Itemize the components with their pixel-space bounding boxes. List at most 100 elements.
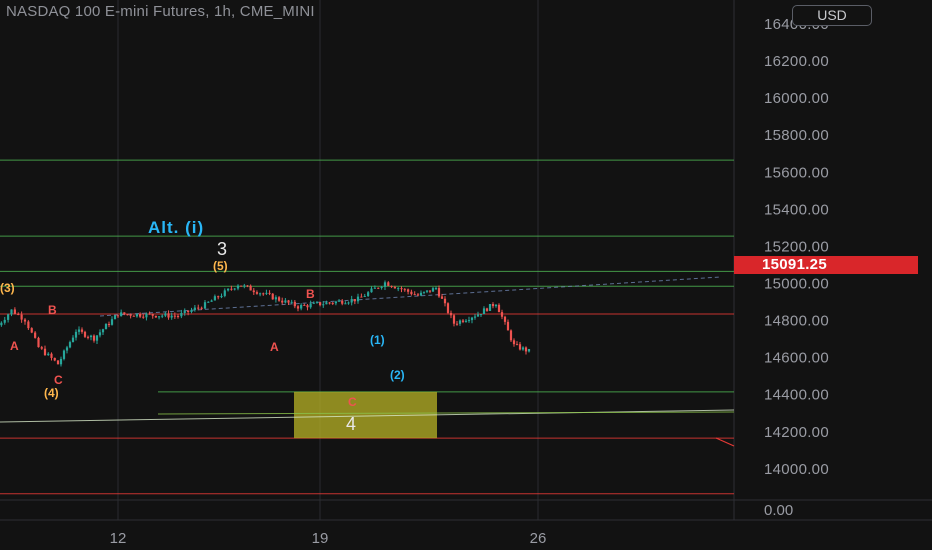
candle (370, 286, 373, 293)
candle (383, 280, 387, 291)
candle (387, 281, 390, 287)
candle (293, 299, 296, 309)
candle (86, 335, 90, 340)
candle (246, 285, 249, 288)
wave-label-0: Alt. (i) (148, 218, 204, 237)
candle-body (325, 302, 328, 305)
candle-body (458, 320, 462, 324)
candle-body (23, 319, 27, 322)
candle-body (337, 300, 341, 302)
candle-body (497, 304, 501, 313)
candle (176, 314, 180, 319)
candle (23, 318, 27, 325)
candle (347, 301, 350, 305)
candle (190, 307, 193, 314)
price-tick: 14200.00 (764, 424, 829, 441)
candle-body (500, 312, 504, 317)
candle-body (265, 292, 268, 294)
ray-fragment (715, 437, 735, 447)
candle-body (344, 303, 347, 305)
candle-body (132, 315, 135, 317)
candle (306, 303, 309, 311)
candle-body (190, 310, 193, 312)
candle (271, 293, 274, 300)
candle-body (268, 292, 271, 294)
candle-body (56, 360, 60, 365)
candle-body (328, 302, 331, 304)
candle (521, 346, 525, 351)
candle-body (300, 304, 303, 309)
candle-body (503, 316, 507, 322)
candle (20, 311, 23, 323)
candle (27, 320, 30, 330)
candle-body (92, 335, 96, 341)
candle (403, 287, 406, 292)
candle (296, 304, 300, 312)
candle-body (40, 347, 43, 349)
candle-body (494, 304, 498, 307)
wave-label-9: A (270, 340, 279, 354)
candle (497, 303, 501, 313)
candle-body (290, 301, 293, 303)
candle (344, 301, 347, 305)
candle (98, 329, 102, 338)
candle-body (116, 315, 120, 317)
candle-body (120, 312, 123, 317)
wave-label-11: (2) (390, 368, 405, 382)
candle-body (173, 315, 176, 317)
candle (400, 286, 403, 293)
candle (452, 314, 456, 327)
candle-body (236, 285, 240, 289)
candle-body (322, 304, 325, 306)
candle (503, 315, 507, 325)
chart-area[interactable]: Alt. (i)3(5)(3)BAC(4)BA(1)(2)C4 16400.00… (0, 0, 932, 550)
candle-body (403, 289, 406, 291)
candle-body (230, 288, 233, 290)
candle (527, 348, 531, 353)
candle (265, 289, 268, 296)
candle-body (210, 300, 213, 302)
candle-body (89, 335, 93, 338)
price-tick: 15600.00 (764, 164, 829, 181)
candle (350, 295, 353, 306)
candle-body (482, 308, 486, 315)
candle-body (479, 314, 483, 316)
candle-body (397, 288, 400, 290)
candle-body (34, 332, 37, 338)
candle-body (425, 290, 429, 292)
candle (494, 304, 498, 308)
candle (431, 287, 435, 292)
candle-body (419, 292, 423, 296)
candle-body (443, 298, 447, 304)
candle-body (161, 315, 164, 317)
candle-body (207, 301, 210, 303)
candle (290, 299, 293, 304)
wave-label-6: C (54, 373, 63, 387)
candle-body (17, 313, 20, 315)
candle (34, 331, 37, 339)
candle (139, 312, 142, 319)
candle-body (135, 313, 139, 317)
candle (482, 306, 486, 315)
candle-body (452, 315, 456, 324)
price-tick: 15200.00 (764, 238, 829, 255)
candle (0, 321, 3, 327)
candle-body (223, 290, 226, 296)
candle-body (309, 303, 312, 308)
time-tick: 12 (110, 530, 127, 547)
currency-button[interactable]: USD (792, 5, 872, 26)
candle-body (86, 336, 90, 338)
candle-body (59, 358, 63, 365)
candle-body (193, 307, 196, 311)
candle (193, 304, 196, 312)
candle-body (126, 314, 129, 316)
candle-body (315, 302, 319, 304)
candle-body (50, 353, 53, 358)
candle (367, 291, 370, 297)
candle (467, 316, 471, 323)
price-chart-svg[interactable]: Alt. (i)3(5)(3)BAC(4)BA(1)(2)C4 16400.00… (0, 0, 932, 550)
candle-body (259, 293, 262, 295)
candle-body (446, 303, 450, 313)
candle-body (154, 315, 157, 318)
candle (217, 295, 220, 300)
